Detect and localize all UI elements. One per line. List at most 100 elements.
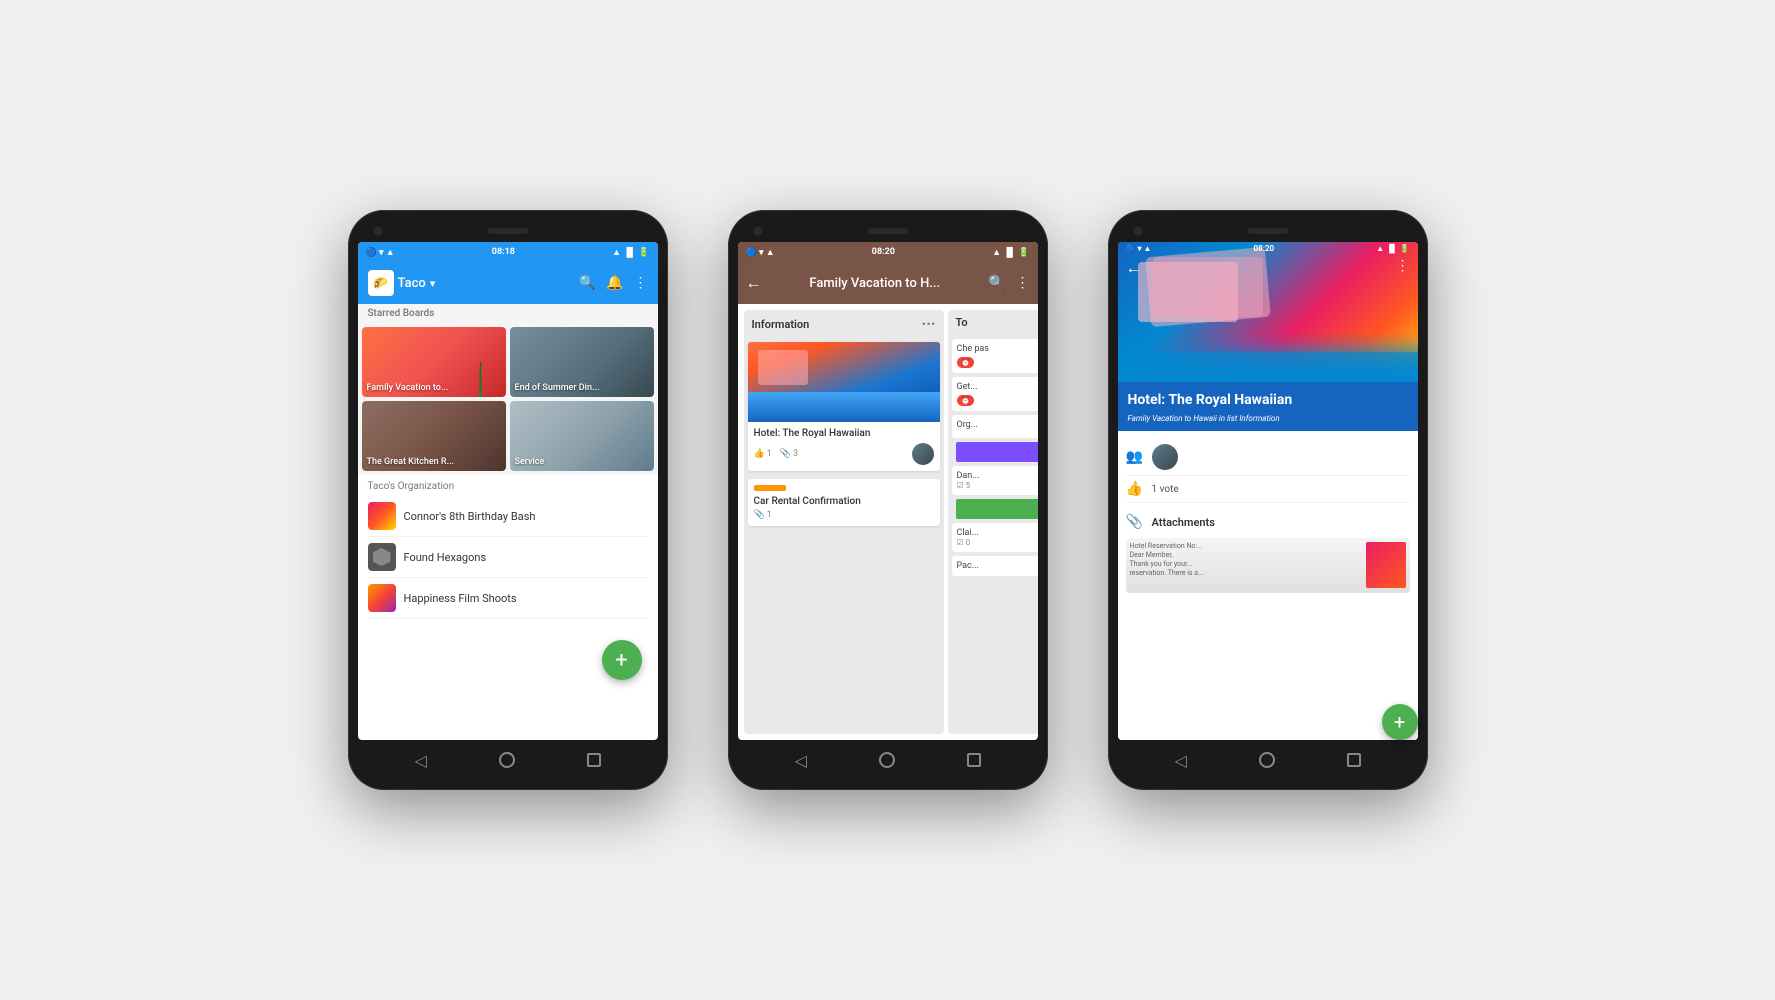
back-arrow-icon-2[interactable]: ← [746,273,762,293]
card-detail-title: Hotel: The Royal Hawaiian [1118,382,1418,414]
card-hotel-image [748,342,940,422]
notification-icon[interactable]: 🔔 [606,275,623,291]
taco-app-name: Taco [398,276,426,291]
card-hotel[interactable]: Hotel: The Royal Hawaiian 👍 1 📎 3 [748,342,940,471]
to-item-get[interactable]: Get... ⏰ [952,377,1038,411]
board-kitchen[interactable]: The Great Kitchen R... [362,401,506,471]
card-likes: 👍 1 [754,449,772,459]
fab-add-button-1[interactable]: + [602,640,642,680]
org-avatar-film [368,584,396,612]
column-information: Information ⋯ Hotel: The Royal Hawaiian [744,310,944,734]
card-user-avatar [912,443,934,465]
back-arrow-icon-3[interactable]: ← [1126,258,1142,278]
board-summer-dinner[interactable]: End of Summer Din... [510,327,654,397]
taco-dropdown-arrow[interactable]: ▾ [430,277,436,290]
status-bar-2: 🔵 ▾ ▲ 08:20 ▲ ▐▌ 🔋 [738,242,1038,262]
hex-shape-icon [373,548,391,566]
phone-2-header: ← Family Vacation to H... 🔍 ⋮ [738,262,1038,304]
attachments-section: 📎 Attachments Hotel Reservation No:... D… [1126,503,1410,599]
phone-3-nav: ← ⋮ [1118,258,1418,278]
to-item-pac[interactable]: Pac... [952,556,1038,576]
board-service[interactable]: Service [510,401,654,471]
status-time-1: 08:18 [492,247,515,257]
back-nav-button-2[interactable]: ◁ [791,750,811,770]
card-car-rental[interactable]: Car Rental Confirmation 📎 1 [748,479,940,526]
home-nav-button-2[interactable] [877,750,897,770]
to-item-dan[interactable]: Dan... ☑ 5 [952,466,1038,495]
phone-1-top-bar [358,220,658,242]
home-nav-button-3[interactable] [1257,750,1277,770]
card-attachments: 📎 3 [780,449,798,459]
phone-1: 🔵 ▾ ▲ 08:18 ▲ ▐▌ 🔋 🌮 Taco ▾ 🔍 🔔 ⋮ Starre… [348,210,668,790]
more-icon-3[interactable]: ⋮ [1396,258,1410,278]
taco-logo-icon: 🌮 [368,270,394,296]
card-hotel-title: Hotel: The Royal Hawaiian [754,428,934,439]
phone-3-top-bar [1118,220,1418,242]
phone-3: 🔵 ▾ ▲ 08:20 ▲ ▐▌ 🔋 ← ⋮ Hotel: The Royal … [1108,210,1428,790]
search-icon[interactable]: 🔍 [579,275,596,291]
to-item-clai[interactable]: Clai... ☑ 0 [952,523,1038,552]
attach-icon: 📎 [780,449,791,459]
org-item-connor[interactable]: Connor's 8th Birthday Bash [368,496,648,537]
to-item-count-5: ☑ 0 [957,538,1038,547]
org-avatar-hex [368,543,396,571]
recents-nav-button-2[interactable] [964,750,984,770]
more-icon[interactable]: ⋮ [634,275,648,291]
to-item-title-3: Org... [957,420,1038,430]
to-item-title-2: Get... [957,382,1038,392]
breadcrumb-board: Family Vacation to Hawaii [1128,414,1217,423]
back-nav-button-1[interactable]: ◁ [411,750,431,770]
vote-icon: 👍 [1126,481,1144,497]
col-to-content: Che pas ⏰ Get... ⏰ Org... Dan... [948,335,1038,584]
card-detail-body: 👥 👍 1 vote 📎 Attachments [1118,431,1418,740]
phone-2-screen: 🔵 ▾ ▲ 08:20 ▲ ▐▌ 🔋 ← Family Vacation to … [738,242,1038,740]
status-icons-right-2: ▲ ▐▌ 🔋 [992,247,1029,258]
phone-1-speaker [488,228,528,234]
board-label-kitchen: The Great Kitchen R... [367,457,455,467]
to-item-check-passports[interactable]: Che pas ⏰ [952,339,1038,373]
card-hotel-body: Hotel: The Royal Hawaiian 👍 1 📎 3 [748,422,940,471]
more-icon-2[interactable]: ⋮ [1015,275,1029,291]
card-orange-label [754,485,786,491]
board-label-summer: End of Summer Din... [515,383,600,393]
recents-nav-button-1[interactable] [584,750,604,770]
home-nav-button-1[interactable] [497,750,517,770]
attachment-icon: 📎 [1126,514,1144,530]
org-item-film[interactable]: Happiness Film Shoots [368,578,648,619]
fab-add-button-3[interactable]: + [1382,704,1418,740]
phone-2-camera [754,227,762,235]
status-time-3: 08:20 [1254,244,1275,253]
attachment-preview[interactable]: Hotel Reservation No:... Dear Member, Th… [1126,538,1410,593]
card-car-rental-meta: 📎 1 [754,510,934,520]
to-item-title-4: Dan... [957,471,1038,481]
back-nav-button-3[interactable]: ◁ [1171,750,1191,770]
attach-count: 3 [793,449,798,459]
phone-3-speaker [1248,228,1288,234]
org-name-connor: Connor's 8th Birthday Bash [404,510,536,523]
org-item-hexagons[interactable]: Found Hexagons [368,537,648,578]
status-icons-left-3: 🔵 ▾ ▲ [1126,244,1152,253]
breadcrumb-separator: in list [1219,414,1239,423]
car-attach-icon: 📎 [754,510,765,520]
member-avatars [1152,444,1178,470]
org-label: Taco's Organization [368,481,648,492]
status-icons-left-2: 🔵 ▾ ▲ [746,247,775,258]
car-attach-count: 1 [767,510,772,520]
phone-2-bottom-bar: ◁ [738,740,1038,780]
card-car-rental-body: Car Rental Confirmation 📎 1 [748,479,940,526]
breadcrumb-list: Information [1239,414,1279,423]
like-icon: 👍 [754,449,765,459]
votes-row: 👍 1 vote [1126,476,1410,503]
search-icon-2[interactable]: 🔍 [988,275,1005,291]
card-detail-breadcrumb: Family Vacation to Hawaii in list Inform… [1118,414,1418,431]
org-section: Taco's Organization Connor's 8th Birthda… [358,475,658,623]
recents-nav-button-3[interactable] [1344,750,1364,770]
status-bar-3: 🔵 ▾ ▲ 08:20 ▲ ▐▌ 🔋 [1118,242,1418,255]
starred-boards-label: Starred Boards [358,304,658,323]
phone-3-camera [1134,227,1142,235]
col-more-icon[interactable]: ⋯ [922,316,936,332]
status-time-2: 08:20 [872,247,895,257]
board-family-vacation[interactable]: Family Vacation to... [362,327,506,397]
phone-2: 🔵 ▾ ▲ 08:20 ▲ ▐▌ 🔋 ← Family Vacation to … [728,210,1048,790]
to-item-org[interactable]: Org... [952,415,1038,438]
